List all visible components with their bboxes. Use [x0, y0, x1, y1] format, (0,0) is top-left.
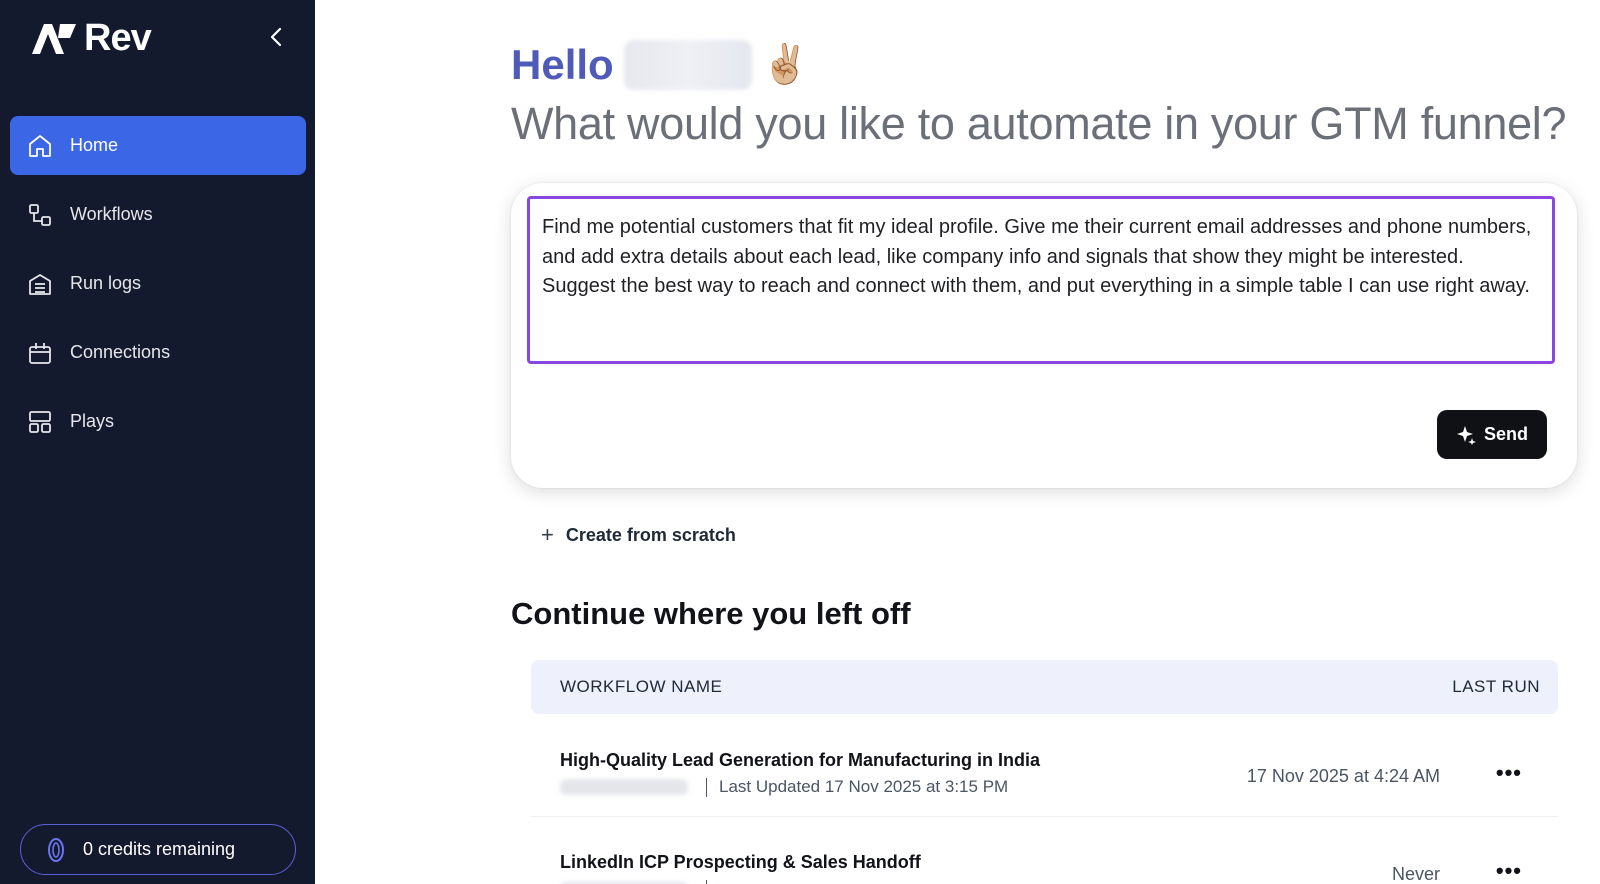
- more-options-icon[interactable]: •••: [1496, 858, 1522, 884]
- page-headline: What would you like to automate in your …: [511, 98, 1567, 149]
- plays-icon: [26, 408, 54, 436]
- section-title: Continue where you left off: [511, 596, 911, 631]
- author-redacted: [560, 779, 688, 795]
- home-icon: [26, 132, 54, 160]
- send-button[interactable]: Send: [1437, 410, 1547, 459]
- sidebar-item-label: Home: [70, 135, 119, 155]
- table-row[interactable]: LinkedIn ICP Prospecting & Sales Handoff…: [531, 817, 1558, 884]
- greeting-hello: Hello: [511, 41, 614, 88]
- plus-icon: +: [541, 522, 554, 547]
- sidebar: Rev Home Workflows Run logs Connections …: [0, 0, 315, 884]
- last-run-value: Never: [1391, 864, 1440, 884]
- workflow-meta: Last Updated 17 Nov 2025 at 3:15 PM: [560, 777, 1008, 797]
- rev-logo[interactable]: Rev: [30, 17, 152, 59]
- sidebar-item-label: Plays: [70, 411, 115, 431]
- column-header-workflow-name[interactable]: WORKFLOW NAME: [531, 677, 1398, 697]
- send-label: Send: [1483, 424, 1528, 444]
- workflow-meta: [560, 880, 719, 884]
- sidebar-item-label: Workflows: [70, 204, 153, 224]
- workflow-icon: [26, 201, 54, 229]
- prompt-input[interactable]: Find me potential customers that fit my …: [527, 196, 1555, 364]
- peace-hand-icon: ✌🏼: [761, 44, 810, 86]
- sidebar-item-plays[interactable]: Plays: [10, 392, 306, 451]
- sidebar-item-run-logs[interactable]: Run logs: [10, 254, 306, 313]
- user-name-redacted: [623, 40, 752, 90]
- prompt-composer: Find me potential customers that fit my …: [511, 183, 1577, 488]
- create-label: Create from scratch: [565, 524, 736, 545]
- greeting: Hello ✌🏼: [511, 40, 809, 90]
- collapse-sidebar-button[interactable]: [263, 24, 289, 50]
- table-row[interactable]: High-Quality Lead Generation for Manufac…: [531, 714, 1558, 817]
- credits-badge[interactable]: 0 credits remaining: [20, 824, 296, 875]
- run-logs-icon: [26, 270, 54, 298]
- brand-name: Rev: [84, 17, 152, 59]
- sidebar-nav: Home Workflows Run logs Connections Play…: [10, 116, 306, 461]
- column-header-last-run[interactable]: LAST RUN: [1398, 677, 1558, 697]
- sidebar-item-connections[interactable]: Connections: [10, 323, 306, 382]
- rev-logo-mark-icon: [32, 24, 76, 54]
- meta-divider: [706, 880, 707, 884]
- workflow-title[interactable]: High-Quality Lead Generation for Manufac…: [560, 750, 1040, 771]
- sidebar-item-workflows[interactable]: Workflows: [10, 185, 306, 244]
- more-options-icon[interactable]: •••: [1496, 760, 1522, 786]
- connections-icon: [26, 339, 54, 367]
- sparkle-icon: [1456, 425, 1476, 445]
- workflows-table: WORKFLOW NAME LAST RUN High-Quality Lead…: [531, 660, 1558, 884]
- credits-coin-icon: [48, 837, 64, 862]
- chevron-left-icon: [270, 27, 282, 47]
- sidebar-item-label: Connections: [70, 342, 171, 362]
- create-from-scratch-link[interactable]: + Create from scratch: [541, 524, 736, 546]
- credits-label: 0 credits remaining: [83, 839, 236, 859]
- workflow-title[interactable]: LinkedIn ICP Prospecting & Sales Handoff: [560, 852, 921, 873]
- table-header: WORKFLOW NAME LAST RUN: [531, 660, 1558, 714]
- last-run-value: 17 Nov 2025 at 4:24 AM: [1246, 766, 1440, 786]
- sidebar-item-home[interactable]: Home: [10, 116, 306, 175]
- last-updated: Last Updated 17 Nov 2025 at 3:15 PM: [719, 777, 1009, 796]
- meta-divider: [706, 777, 707, 797]
- sidebar-item-label: Run logs: [70, 273, 142, 293]
